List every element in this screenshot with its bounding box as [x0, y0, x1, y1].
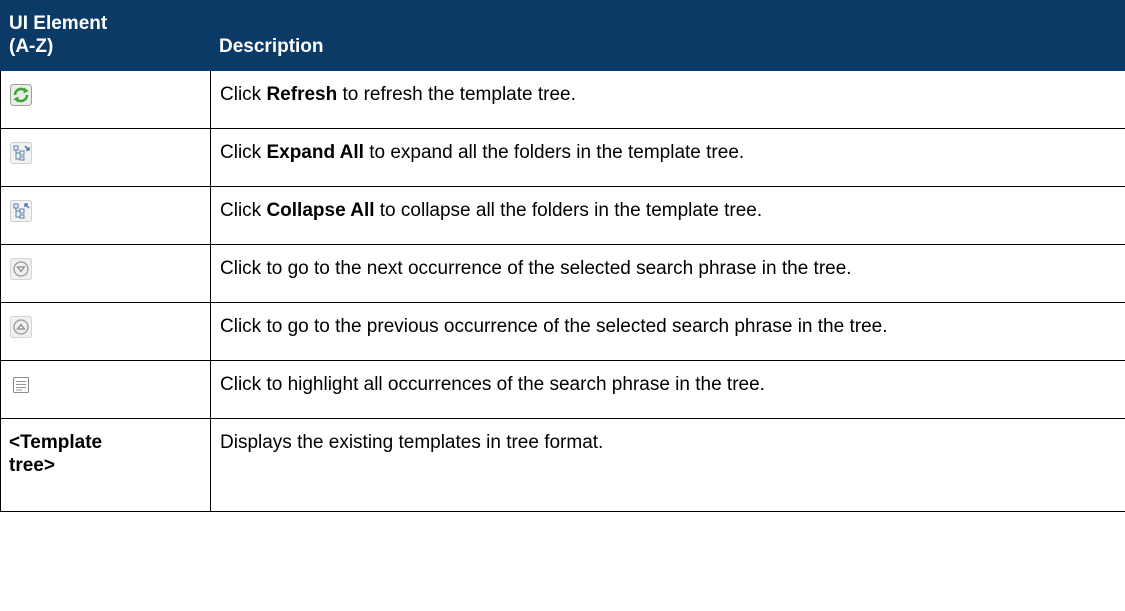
ui-element-cell: [0, 360, 211, 419]
refresh-icon: [10, 84, 32, 106]
description-cell: Click to go to the next occurrence of th…: [210, 244, 1125, 303]
table-row: Click Collapse All to collapse all the f…: [0, 186, 1125, 245]
table-row: Click Refresh to refresh the template tr…: [0, 70, 1125, 129]
template-tree-label-line2: tree>: [9, 455, 55, 477]
description-prefix: Click: [220, 84, 267, 105]
description-bold: Collapse All: [266, 200, 375, 221]
description-cell: Click to highlight all occurrences of th…: [210, 360, 1125, 419]
table-row: Click to go to the next occurrence of th…: [0, 244, 1125, 303]
description-bold: Refresh: [266, 84, 338, 105]
table-row: Click to go to the previous occurrence o…: [0, 302, 1125, 361]
table-row: <Template tree> Displays the existing te…: [0, 418, 1125, 512]
table-header-row: UI Element (A-Z) Description: [0, 0, 1125, 71]
header-ui-element-line2: (A-Z): [9, 35, 54, 57]
ui-element-cell: [0, 302, 211, 361]
table-row: Click to highlight all occurrences of th…: [0, 360, 1125, 419]
description-prefix: Click: [220, 200, 267, 221]
description-suffix: to expand all the folders in the templat…: [363, 142, 745, 163]
description-cell: Click Collapse All to collapse all the f…: [210, 186, 1125, 245]
description-cell: Click Expand All to expand all the folde…: [210, 128, 1125, 187]
table-row: Click Expand All to expand all the folde…: [0, 128, 1125, 187]
description-suffix: to collapse all the folders in the templ…: [374, 200, 763, 221]
header-description: Description: [210, 0, 1125, 71]
description-prefix: Click: [220, 142, 267, 163]
ui-element-cell: [0, 70, 211, 129]
description-cell: Click to go to the previous occurrence o…: [210, 302, 1125, 361]
next-occurrence-icon: [10, 258, 32, 280]
description-cell: Displays the existing templates in tree …: [210, 418, 1125, 512]
ui-element-cell: [0, 128, 211, 187]
header-ui-element: UI Element (A-Z): [0, 0, 211, 71]
ui-elements-table: UI Element (A-Z) Description Click Refre…: [0, 0, 1125, 512]
highlight-all-icon: [10, 374, 32, 396]
description-cell: Click Refresh to refresh the template tr…: [210, 70, 1125, 129]
collapse-all-icon: [10, 200, 32, 222]
description-suffix: to refresh the template tree.: [337, 84, 576, 105]
template-tree-label-line1: <Template: [9, 432, 103, 453]
header-ui-element-line1: UI Element: [9, 12, 108, 34]
expand-all-icon: [10, 142, 32, 164]
ui-element-cell: [0, 244, 211, 303]
description-bold: Expand All: [266, 142, 364, 163]
ui-element-cell: <Template tree>: [0, 418, 211, 512]
ui-element-cell: [0, 186, 211, 245]
previous-occurrence-icon: [10, 316, 32, 338]
